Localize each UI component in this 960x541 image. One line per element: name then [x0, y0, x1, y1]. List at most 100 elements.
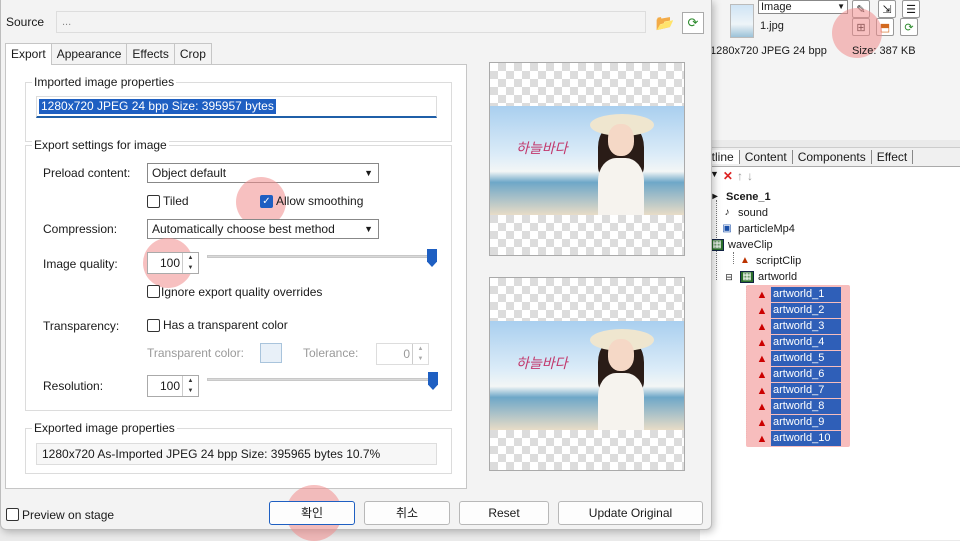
tree-item-artworld-10[interactable]: ▲ artworld_10: [756, 431, 841, 446]
ignore-overrides-label: Ignore export quality overrides: [161, 285, 323, 299]
script-clip-icon: ▲: [740, 255, 750, 266]
open-folder-icon[interactable]: 📂: [654, 12, 676, 34]
resolution-value: 100: [159, 379, 180, 393]
clip-warning-icon: ▲: [756, 400, 768, 413]
tab-crop[interactable]: Crop: [173, 43, 212, 64]
quality-value: 100: [159, 256, 180, 270]
spin-up-icon[interactable]: ▲: [418, 346, 424, 352]
tree-item-artworld-1[interactable]: ▲ artworld_1: [756, 287, 841, 302]
resolution-label: Resolution:: [43, 379, 104, 393]
chevron-down-icon: ▼: [364, 224, 373, 234]
clip-warning-icon: ▲: [756, 320, 768, 333]
tree-item-particlemp4[interactable]: ▣ particleMp4: [720, 221, 795, 237]
compression-label: Compression:: [43, 222, 118, 236]
tree-item-artworld-2[interactable]: ▲ artworld_2: [756, 303, 841, 318]
tree-item-artworld-4[interactable]: ▲ artworld_4: [756, 335, 841, 350]
image-thumbnail: [730, 4, 754, 38]
group-title: Export settings for image: [32, 138, 169, 152]
cancel-button[interactable]: 취소: [364, 501, 450, 525]
refresh-icon[interactable]: ⟳: [682, 12, 704, 34]
tolerance-stepper[interactable]: 0 ▲ ▼: [376, 343, 429, 365]
allow-smoothing-label: Allow smoothing: [276, 194, 364, 208]
resolution-stepper[interactable]: 100 ▲ ▼: [147, 375, 199, 397]
tree-item-artworld-5[interactable]: ▲ artworld_5: [756, 351, 841, 366]
preview-on-stage-checkbox[interactable]: [6, 508, 19, 521]
film-icon: ▦: [740, 271, 754, 283]
transparent-color-label: Has a transparent color: [163, 318, 288, 332]
tolerance-label: Tolerance:: [303, 346, 359, 360]
transparent-color-checkbox[interactable]: [147, 319, 160, 332]
export-icon[interactable]: ⇲: [878, 0, 896, 18]
refresh-icon[interactable]: ⟳: [900, 18, 918, 36]
tab-effects[interactable]: Effects: [126, 43, 175, 64]
allow-smoothing-checkbox[interactable]: ✓: [260, 195, 273, 208]
clip-warning-icon: ▲: [756, 304, 768, 317]
quality-stepper[interactable]: 100 ▲ ▼: [147, 252, 199, 274]
tab-appearance[interactable]: Appearance: [50, 43, 128, 64]
tree-scene[interactable]: ▸ Scene_1: [708, 189, 770, 205]
tree-item-waveclip[interactable]: ▦ waveClip: [710, 237, 773, 253]
spin-down-icon[interactable]: ▼: [418, 356, 424, 362]
tree-item-artworld-7[interactable]: ▲ artworld_7: [756, 383, 841, 398]
clip-warning-icon: ▲: [756, 336, 768, 349]
outline-tabs: utline Content Components Effect: [700, 147, 960, 167]
tree-item-artworld-9[interactable]: ▲ artworld_9: [756, 415, 841, 430]
tiled-label: Tiled: [163, 194, 189, 208]
tab-content[interactable]: Content: [740, 150, 793, 164]
spin-up-icon[interactable]: ▲: [188, 378, 194, 384]
quality-label: Image quality:: [43, 257, 118, 271]
move-down-icon[interactable]: ↓: [747, 169, 753, 183]
export-settings-group: Export settings for image: [25, 138, 452, 411]
tolerance-value: 0: [403, 347, 410, 361]
update-original-button[interactable]: Update Original: [558, 501, 703, 525]
tree-item-artworld-3[interactable]: ▲ artworld_3: [756, 319, 841, 334]
image-info: 1280x720 JPEG 24 bpp: [710, 45, 827, 57]
preload-value: Object default: [152, 166, 227, 180]
preview-image: 하늘바다: [490, 321, 684, 430]
group-title: Exported image properties: [32, 421, 177, 435]
tree-item-scriptclip[interactable]: ▲ scriptClip: [738, 253, 801, 269]
clip-warning-icon: ▲: [756, 288, 768, 301]
tree-item-artworld[interactable]: ⊟ ▦ artworld: [722, 269, 797, 285]
transparent-color-swatch[interactable]: [260, 343, 282, 363]
quality-slider[interactable]: [207, 255, 437, 258]
exported-properties-field: 1280x720 As-Imported JPEG 24 bpp Size: 3…: [36, 443, 437, 465]
ok-button[interactable]: 확인: [269, 501, 355, 525]
reset-button[interactable]: Reset: [459, 501, 549, 525]
preview-logo: 하늘바다: [516, 356, 568, 372]
type-select-value: Image: [761, 1, 792, 13]
tab-components[interactable]: Components: [793, 150, 872, 164]
spin-down-icon[interactable]: ▼: [188, 265, 194, 271]
preview-logo: 하늘바다: [516, 141, 568, 157]
source-field[interactable]: ...: [56, 11, 646, 33]
spin-down-icon[interactable]: ▼: [188, 388, 194, 394]
filename: 1.jpg: [760, 20, 784, 32]
music-note-icon: ♪: [724, 207, 730, 218]
source-label: Source: [6, 15, 45, 29]
move-up-icon[interactable]: ↑: [737, 169, 743, 183]
resolution-slider[interactable]: [207, 378, 437, 381]
compression-dropdown[interactable]: Automatically choose best method ▼: [147, 219, 379, 239]
tree-item-sound[interactable]: ♪ sound: [720, 205, 768, 221]
exported-preview: 하늘바다: [489, 277, 685, 471]
clip-warning-icon: ▲: [756, 352, 768, 365]
original-preview: 하늘바다: [489, 62, 685, 256]
spin-up-icon[interactable]: ▲: [188, 255, 194, 261]
tree-item-artworld-8[interactable]: ▲ artworld_8: [756, 399, 841, 414]
type-select[interactable]: Image ▼: [758, 0, 848, 14]
stack-icon[interactable]: ☰: [902, 0, 920, 18]
collapse-icon[interactable]: ⊟: [722, 271, 736, 283]
tab-effect[interactable]: Effect: [872, 150, 914, 164]
imported-properties-text: 1280x720 JPEG 24 bpp Size: 395957 bytes: [39, 99, 276, 114]
imported-properties-field[interactable]: 1280x720 JPEG 24 bpp Size: 395957 bytes: [36, 96, 437, 118]
tiled-checkbox[interactable]: [147, 195, 160, 208]
tree-item-artworld-6[interactable]: ▲ artworld_6: [756, 367, 841, 382]
tab-export[interactable]: Export: [5, 43, 52, 65]
delete-icon[interactable]: ✕: [723, 169, 733, 183]
image-size: Size: 387 KB: [852, 45, 916, 57]
chevron-down-icon: ▼: [364, 168, 373, 178]
group-title: Imported image properties: [32, 75, 177, 89]
preview-image: 하늘바다: [490, 106, 684, 215]
ignore-overrides-checkbox[interactable]: [147, 285, 160, 298]
clip-warning-icon: ▲: [756, 432, 768, 445]
